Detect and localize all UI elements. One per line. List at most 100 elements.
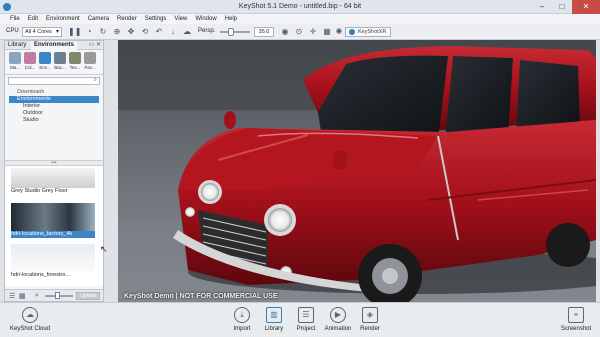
grid-icon[interactable]: ▦ <box>322 27 332 37</box>
tree-item-outdoor[interactable]: Outdoor <box>9 110 99 117</box>
perspective-slider-track[interactable] <box>220 31 250 33</box>
title-bar: KeyShot 5.1 Demo - untitled.bip - 64 bit… <box>0 0 600 14</box>
thumbnail-grey-studio[interactable]: Grey Studio Grey Floor <box>11 168 95 195</box>
demo-watermark: KeyShot Demo | NOT FOR COMMERCIAL USE <box>124 293 278 300</box>
category-row: Ma... Col... Env... Bac... Tex... Fav... <box>5 50 103 75</box>
cpu-select[interactable]: All 4 Cores <box>22 27 62 37</box>
tree-item-environments[interactable]: Environments <box>9 96 99 103</box>
rotate-icon[interactable]: ⟲ <box>140 27 150 37</box>
bottom-toolbar: ☁ KeyShot Cloud ⤓ Import ▥ Library ☰ Pro… <box>0 302 600 337</box>
render-icon: ◈ <box>362 307 378 323</box>
perspective-value-field[interactable]: 35.0 <box>254 27 274 37</box>
refresh-icon[interactable]: ↻ <box>98 27 108 37</box>
library-search-input[interactable]: ⌕ <box>8 77 100 85</box>
category-materials[interactable]: Ma... <box>8 52 22 72</box>
category-label: Col... <box>24 65 36 70</box>
import-icon: ⤓ <box>234 307 250 323</box>
category-label: Ma... <box>9 65 20 70</box>
thumbnail-grid: Grey Studio Grey Floor hdri-locations_fa… <box>5 166 103 286</box>
category-label: Bac... <box>54 65 66 70</box>
cloud-icon[interactable]: ☁ <box>182 27 192 37</box>
thumbnail-label: Grey Studio Grey Floor <box>11 188 68 194</box>
zoom-icon: ⌕ <box>35 292 39 299</box>
menu-bar: File Edit Environment Camera Render Sett… <box>0 14 600 24</box>
category-favorites[interactable]: Fav... <box>83 52 97 72</box>
thumbnail-image <box>11 244 95 272</box>
render-viewport[interactable]: KeyShot Demo | NOT FOR COMMERCIAL USE <box>118 40 596 302</box>
tree-item-downloads[interactable]: Downloads <box>9 89 99 96</box>
menu-edit[interactable]: Edit <box>24 14 42 24</box>
keyshot-cloud-button[interactable]: ☁ KeyShot Cloud <box>8 307 52 332</box>
render-label: Render <box>360 326 380 332</box>
screenshot-button[interactable]: ⌖ Screenshot <box>556 307 596 332</box>
category-environments[interactable]: Env... <box>38 52 52 72</box>
colors-icon <box>24 52 36 64</box>
thumbnail-image <box>11 203 95 231</box>
thumbnail-size-handle[interactable] <box>55 292 60 299</box>
cloud-icon: ☁ <box>22 307 38 323</box>
pause-icon[interactable]: ❚❚ <box>68 27 81 37</box>
tree-item-interior[interactable]: Interior <box>9 103 99 110</box>
mouse-cursor-icon: ↖ <box>100 244 108 254</box>
undo-icon[interactable]: ↶ <box>154 27 164 37</box>
upload-button[interactable]: Upload <box>76 292 100 300</box>
perspective-label: Persp. <box>198 28 216 34</box>
render-button[interactable]: ◈ Render <box>350 307 390 332</box>
menu-window[interactable]: Window <box>191 14 220 24</box>
panel-footer: ☰ ▦ ⌕ Upload <box>5 289 103 301</box>
keyshotxr-icon <box>349 29 355 35</box>
minimize-button[interactable]: – <box>532 0 552 14</box>
thumbnail-factory[interactable]: hdri-locations_factory_4k <box>11 203 95 238</box>
thumbnail-label: hdri-locations_forestro... <box>11 272 70 278</box>
thumbnail-forest[interactable]: hdri-locations_forestro... <box>11 244 95 279</box>
cpu-label: CPU <box>6 28 19 34</box>
panel-pin-close-icons[interactable]: ▭ ✕ <box>89 41 101 50</box>
main-toolbar: CPU All 4 Cores ❚❚ ◔ ↻ ⊕ ✥ ⟲ ↶ ↓ ☁ Persp… <box>0 24 600 40</box>
textures-icon <box>69 52 81 64</box>
lights-icon[interactable]: ✺ <box>334 27 344 37</box>
grid-view-icon[interactable]: ▦ <box>19 292 26 300</box>
category-backplates[interactable]: Bac... <box>53 52 67 72</box>
folder-tree: Downloads Environments Interior Outdoor … <box>5 87 103 161</box>
tab-library[interactable]: Library <box>5 41 29 50</box>
keyshotxr-label: KeyShotXR <box>358 29 387 35</box>
car-render <box>118 40 596 302</box>
screenshot-icon: ⌖ <box>568 307 584 323</box>
menu-settings[interactable]: Settings <box>141 14 171 24</box>
zoom-icon[interactable]: ⊕ <box>112 27 122 37</box>
tree-item-studio[interactable]: Studio <box>9 117 99 124</box>
performance-icon[interactable]: ◔ <box>84 27 94 37</box>
redo-icon[interactable]: ↓ <box>168 27 178 37</box>
tab-environments[interactable]: Environments <box>31 41 78 50</box>
category-label: Fav... <box>84 65 96 70</box>
maximize-button[interactable]: □ <box>552 0 572 14</box>
perspective-slider-handle[interactable] <box>228 28 234 36</box>
close-button[interactable]: ✕ <box>572 0 600 14</box>
screenshot-label: Screenshot <box>560 326 592 332</box>
category-textures[interactable]: Tex... <box>68 52 82 72</box>
list-view-icon[interactable]: ☰ <box>9 292 15 300</box>
thumbnail-image <box>11 168 95 188</box>
menu-camera[interactable]: Camera <box>84 14 113 24</box>
menu-file[interactable]: File <box>6 14 24 24</box>
category-colors[interactable]: Col... <box>23 52 37 72</box>
backplates-icon <box>54 52 66 64</box>
window-title: KeyShot 5.1 Demo - untitled.bip - 64 bit <box>238 3 362 10</box>
pan-icon[interactable]: ✥ <box>126 27 136 37</box>
materials-icon <box>9 52 21 64</box>
library-panel: Library Environments ▭ ✕ Ma... Col... En… <box>4 40 104 302</box>
category-label: Tex... <box>69 65 81 70</box>
menu-environment[interactable]: Environment <box>42 14 84 24</box>
menu-render[interactable]: Render <box>113 14 141 24</box>
menu-view[interactable]: View <box>170 14 191 24</box>
panel-tabs: Library Environments ▭ ✕ <box>5 41 103 50</box>
keyshotxr-button[interactable]: KeyShotXR <box>345 27 392 37</box>
keyshot-cloud-label: KeyShot Cloud <box>9 326 51 332</box>
library-icon: ▥ <box>266 307 282 323</box>
move-icon[interactable]: ✛ <box>308 27 318 37</box>
project-icon: ☰ <box>298 307 314 323</box>
focus-icon[interactable]: ⊙ <box>294 27 304 37</box>
camera-icon[interactable]: ◉ <box>280 27 290 37</box>
menu-help[interactable]: Help <box>221 14 241 24</box>
search-icon: ⌕ <box>93 77 97 83</box>
